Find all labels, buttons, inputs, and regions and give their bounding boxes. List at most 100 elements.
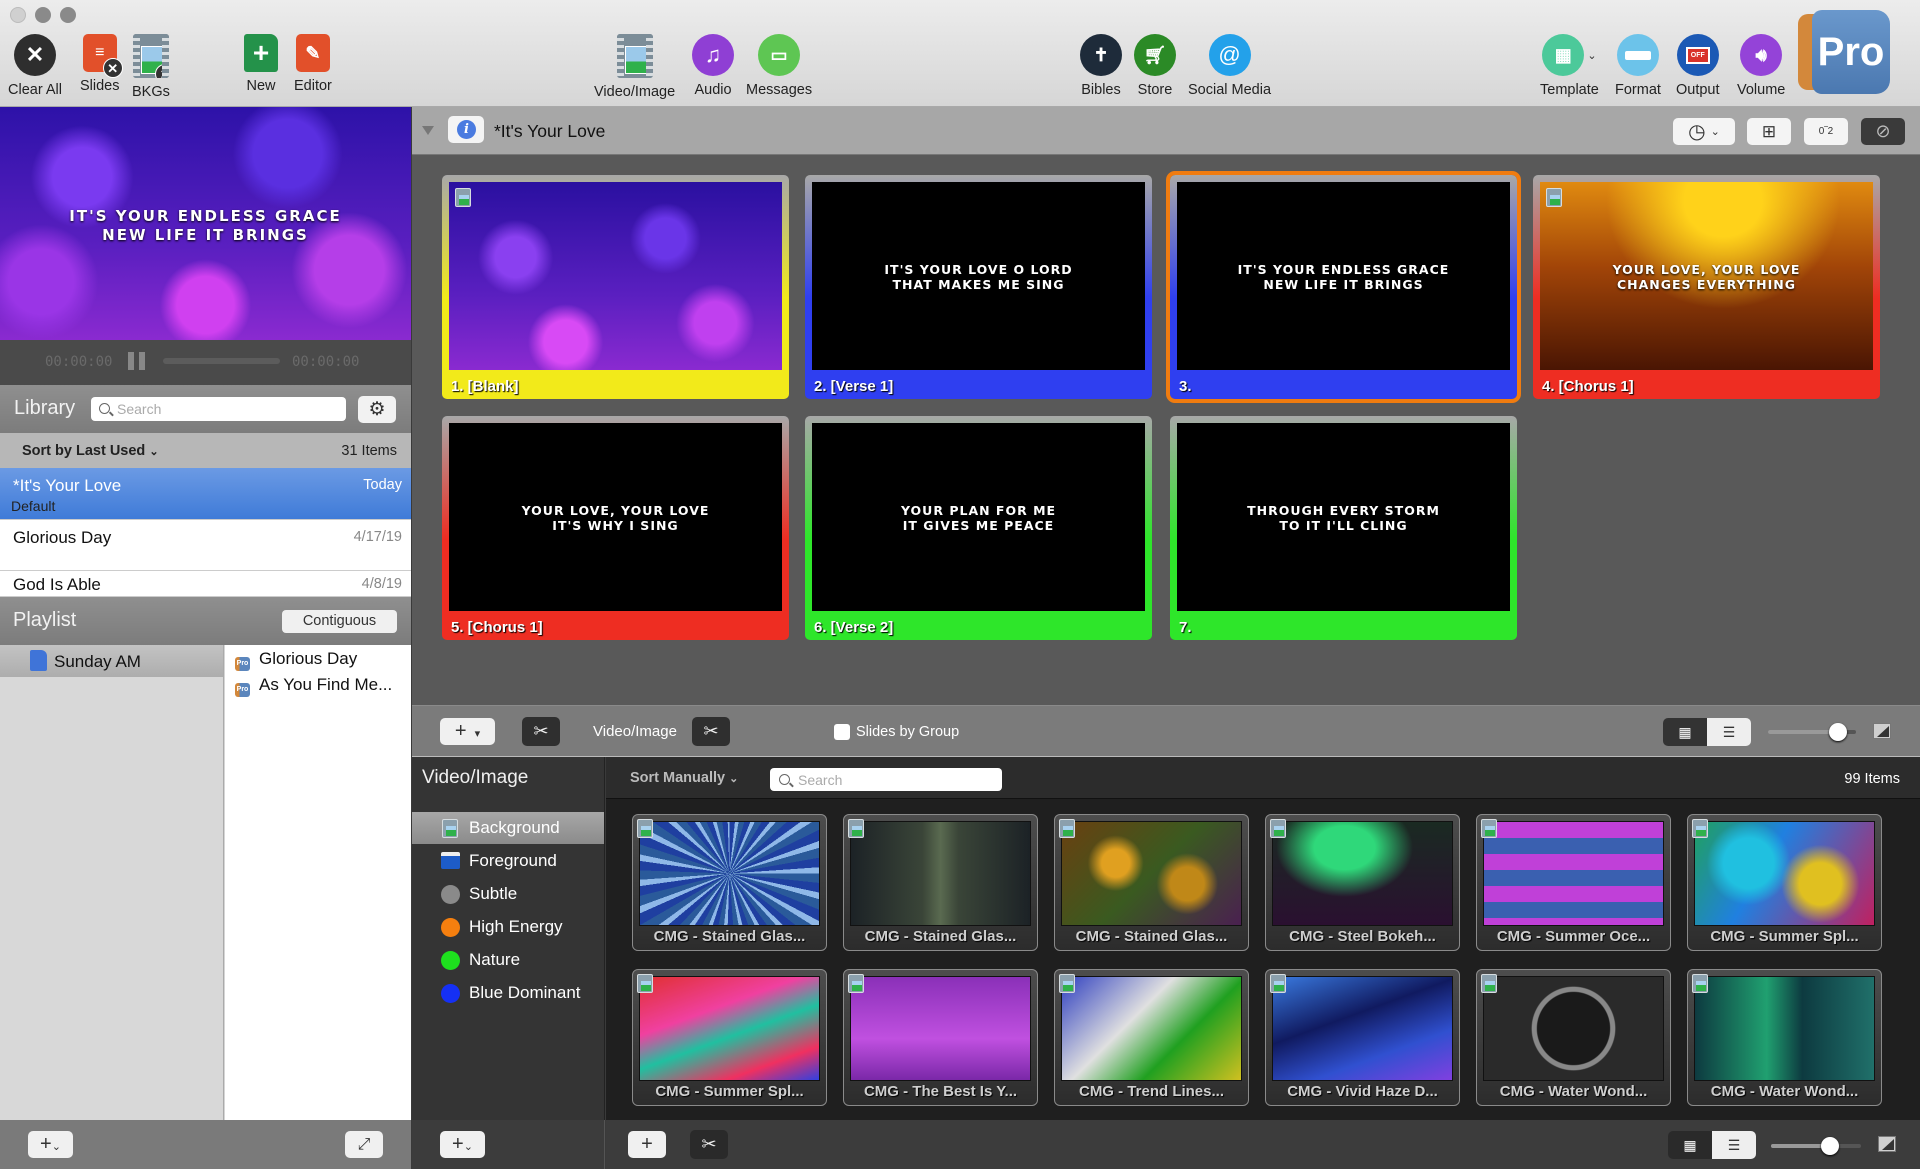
- messages-button[interactable]: ▭ Messages: [746, 34, 812, 98]
- window-zoom-button[interactable]: [60, 7, 76, 23]
- media-item[interactable]: CMG - Summer Spl...: [632, 969, 827, 1106]
- slider-knob[interactable]: [1829, 723, 1848, 741]
- window-close-button[interactable]: [10, 7, 26, 23]
- list-view-button[interactable]: ☰: [1712, 1131, 1756, 1159]
- clear-backgrounds-button[interactable]: ✕ BKGs: [132, 34, 170, 100]
- library-item[interactable]: Glorious Day 4/17/19: [0, 520, 411, 571]
- media-item[interactable]: CMG - Water Wond...: [1476, 969, 1671, 1106]
- video-image-button[interactable]: Video/Image: [594, 34, 675, 100]
- background-media-icon: [848, 974, 864, 993]
- background-media-icon: [1059, 974, 1075, 993]
- color-tag-icon: [441, 951, 460, 970]
- expand-button[interactable]: ⤢: [345, 1131, 383, 1158]
- timer-dropdown-button[interactable]: ◷ ⌄: [1673, 118, 1735, 145]
- media-category-subtle[interactable]: Subtle: [412, 878, 604, 910]
- library-search-input[interactable]: [91, 397, 346, 421]
- video-image-label: Video/Image: [593, 723, 677, 740]
- slide-2[interactable]: IT'S YOUR LOVE O LORD THAT MAKES ME SING 2…: [805, 175, 1152, 399]
- library-item[interactable]: God Is Able 4/8/19: [0, 571, 411, 597]
- sort-dropdown[interactable]: Sort by Last Used ⌄: [22, 443, 159, 459]
- media-category-foreground[interactable]: Foreground: [412, 845, 604, 877]
- scissors-icon: ✂: [703, 721, 719, 741]
- editor-button[interactable]: ✎ Editor: [294, 34, 332, 94]
- slider-knob[interactable]: [1820, 1137, 1839, 1155]
- media-item[interactable]: CMG - Stained Glas...: [843, 814, 1038, 951]
- arrangement-button[interactable]: ⊞: [1747, 118, 1791, 145]
- media-item[interactable]: CMG - The Best Is Y...: [843, 969, 1038, 1106]
- bibles-button[interactable]: ✝ Bibles: [1080, 34, 1122, 98]
- ruler-button[interactable]: 0‾2: [1804, 118, 1848, 145]
- background-media-icon: [1059, 819, 1075, 838]
- volume-button[interactable]: 🔊︎ Volume: [1737, 34, 1785, 98]
- list-icon: ☰: [1727, 1136, 1741, 1153]
- slide-1[interactable]: 1. [Blank]: [442, 175, 789, 399]
- cut-slide-button[interactable]: ✂: [522, 717, 560, 746]
- store-button[interactable]: 🛒︎ Store: [1134, 34, 1176, 98]
- social-media-button[interactable]: @ Social Media: [1188, 34, 1271, 98]
- media-category-high-energy[interactable]: High Energy: [412, 911, 604, 943]
- playlist-item-sunday-am[interactable]: Sunday AM: [0, 645, 223, 677]
- library-title: Library: [14, 397, 76, 419]
- contiguous-button[interactable]: Contiguous: [282, 610, 397, 633]
- playlist-song[interactable]: Pro As You Find Me...: [235, 675, 392, 697]
- library-settings-button[interactable]: ⚙: [358, 396, 396, 423]
- slider-fill: [1768, 730, 1839, 734]
- editor-icon: ✎: [295, 34, 330, 72]
- media-category-background[interactable]: Background: [412, 812, 604, 844]
- slide-3[interactable]: IT'S YOUR ENDLESS GRACE NEW LIFE IT BRING…: [1166, 171, 1521, 403]
- template-button[interactable]: ▦ ⌄ Template: [1540, 34, 1599, 98]
- fit-size-icon[interactable]: [1878, 1136, 1896, 1152]
- audio-button[interactable]: ♫ Audio: [692, 34, 734, 98]
- media-thumbnail: [639, 821, 820, 926]
- window-minimize-button[interactable]: [35, 7, 51, 23]
- slide-lyric-line-2: THAT MAKES ME SING: [892, 277, 1065, 292]
- clear-button[interactable]: ⊘: [1861, 118, 1905, 145]
- media-item[interactable]: CMG - Summer Spl...: [1687, 814, 1882, 951]
- slide-4[interactable]: YOUR LOVE, YOUR LOVE CHANGES EVERYTHING 4.…: [1533, 175, 1880, 399]
- slide-size-slider[interactable]: [1768, 723, 1856, 741]
- grid-view-button[interactable]: ▦: [1668, 1131, 1712, 1159]
- slide-6[interactable]: YOUR PLAN FOR ME IT GIVES ME PEACE 6. [Ver…: [805, 416, 1152, 640]
- media-item[interactable]: CMG - Stained Glas...: [632, 814, 827, 951]
- cut-media-button[interactable]: ✂: [692, 717, 730, 746]
- slide-lyric-line-2: CHANGES EVERYTHING: [1616, 277, 1797, 292]
- output-button[interactable]: OFF Output: [1676, 34, 1720, 98]
- view-mode-toggle: ▦ ☰: [1663, 718, 1751, 746]
- media-size-slider[interactable]: [1771, 1137, 1861, 1155]
- fit-size-icon[interactable]: [1873, 723, 1891, 739]
- media-item[interactable]: CMG - Summer Oce...: [1476, 814, 1671, 951]
- media-search-input[interactable]: [770, 768, 1002, 791]
- add-playlist-button[interactable]: +⌄: [28, 1131, 73, 1158]
- slides-by-group-checkbox[interactable]: [834, 724, 850, 740]
- pause-button[interactable]: [128, 352, 148, 370]
- slide-5[interactable]: YOUR LOVE, YOUR LOVE IT'S WHY I SING 5. [C…: [442, 416, 789, 640]
- format-button[interactable]: Format: [1615, 34, 1661, 98]
- clear-all-button[interactable]: ✕ Clear All: [8, 34, 62, 98]
- add-category-button[interactable]: +⌄: [440, 1131, 485, 1158]
- add-slide-button[interactable]: + ▾: [440, 718, 495, 745]
- media-item[interactable]: CMG - Vivid Haze D...: [1265, 969, 1460, 1106]
- clear-slides-button[interactable]: ≡ ✕ Slides: [80, 34, 123, 94]
- media-item[interactable]: CMG - Stained Glas...: [1054, 814, 1249, 951]
- playlist-song[interactable]: Pro Glorious Day: [235, 649, 357, 671]
- media-category-blue-dominant[interactable]: Blue Dominant: [412, 977, 604, 1009]
- playlist-title: Playlist: [13, 609, 77, 631]
- playback-scrubber[interactable]: [163, 358, 280, 364]
- background-media-icon: [1546, 188, 1562, 207]
- document-info-button[interactable]: i: [448, 116, 484, 143]
- slide-7[interactable]: THROUGH EVERY STORM TO IT I'LL CLING 7.: [1170, 416, 1517, 640]
- media-thumbnail: [1483, 821, 1664, 926]
- library-item[interactable]: *It's Your Love Today Default: [0, 468, 411, 520]
- media-item-name: CMG - Summer Oce...: [1496, 928, 1651, 945]
- list-view-button[interactable]: ☰: [1707, 718, 1751, 746]
- media-item[interactable]: CMG - Water Wond...: [1687, 969, 1882, 1106]
- new-document-button[interactable]: + New: [244, 34, 278, 94]
- cut-media-item-button[interactable]: ✂: [690, 1130, 728, 1159]
- media-item[interactable]: CMG - Steel Bokeh...: [1265, 814, 1460, 951]
- media-item[interactable]: CMG - Trend Lines...: [1054, 969, 1249, 1106]
- media-sort-dropdown[interactable]: Sort Manually ⌄: [630, 770, 738, 786]
- disclosure-triangle-icon[interactable]: [422, 126, 434, 135]
- grid-view-button[interactable]: ▦: [1663, 718, 1707, 746]
- media-category-nature[interactable]: Nature: [412, 944, 604, 976]
- add-media-button[interactable]: +: [628, 1131, 666, 1158]
